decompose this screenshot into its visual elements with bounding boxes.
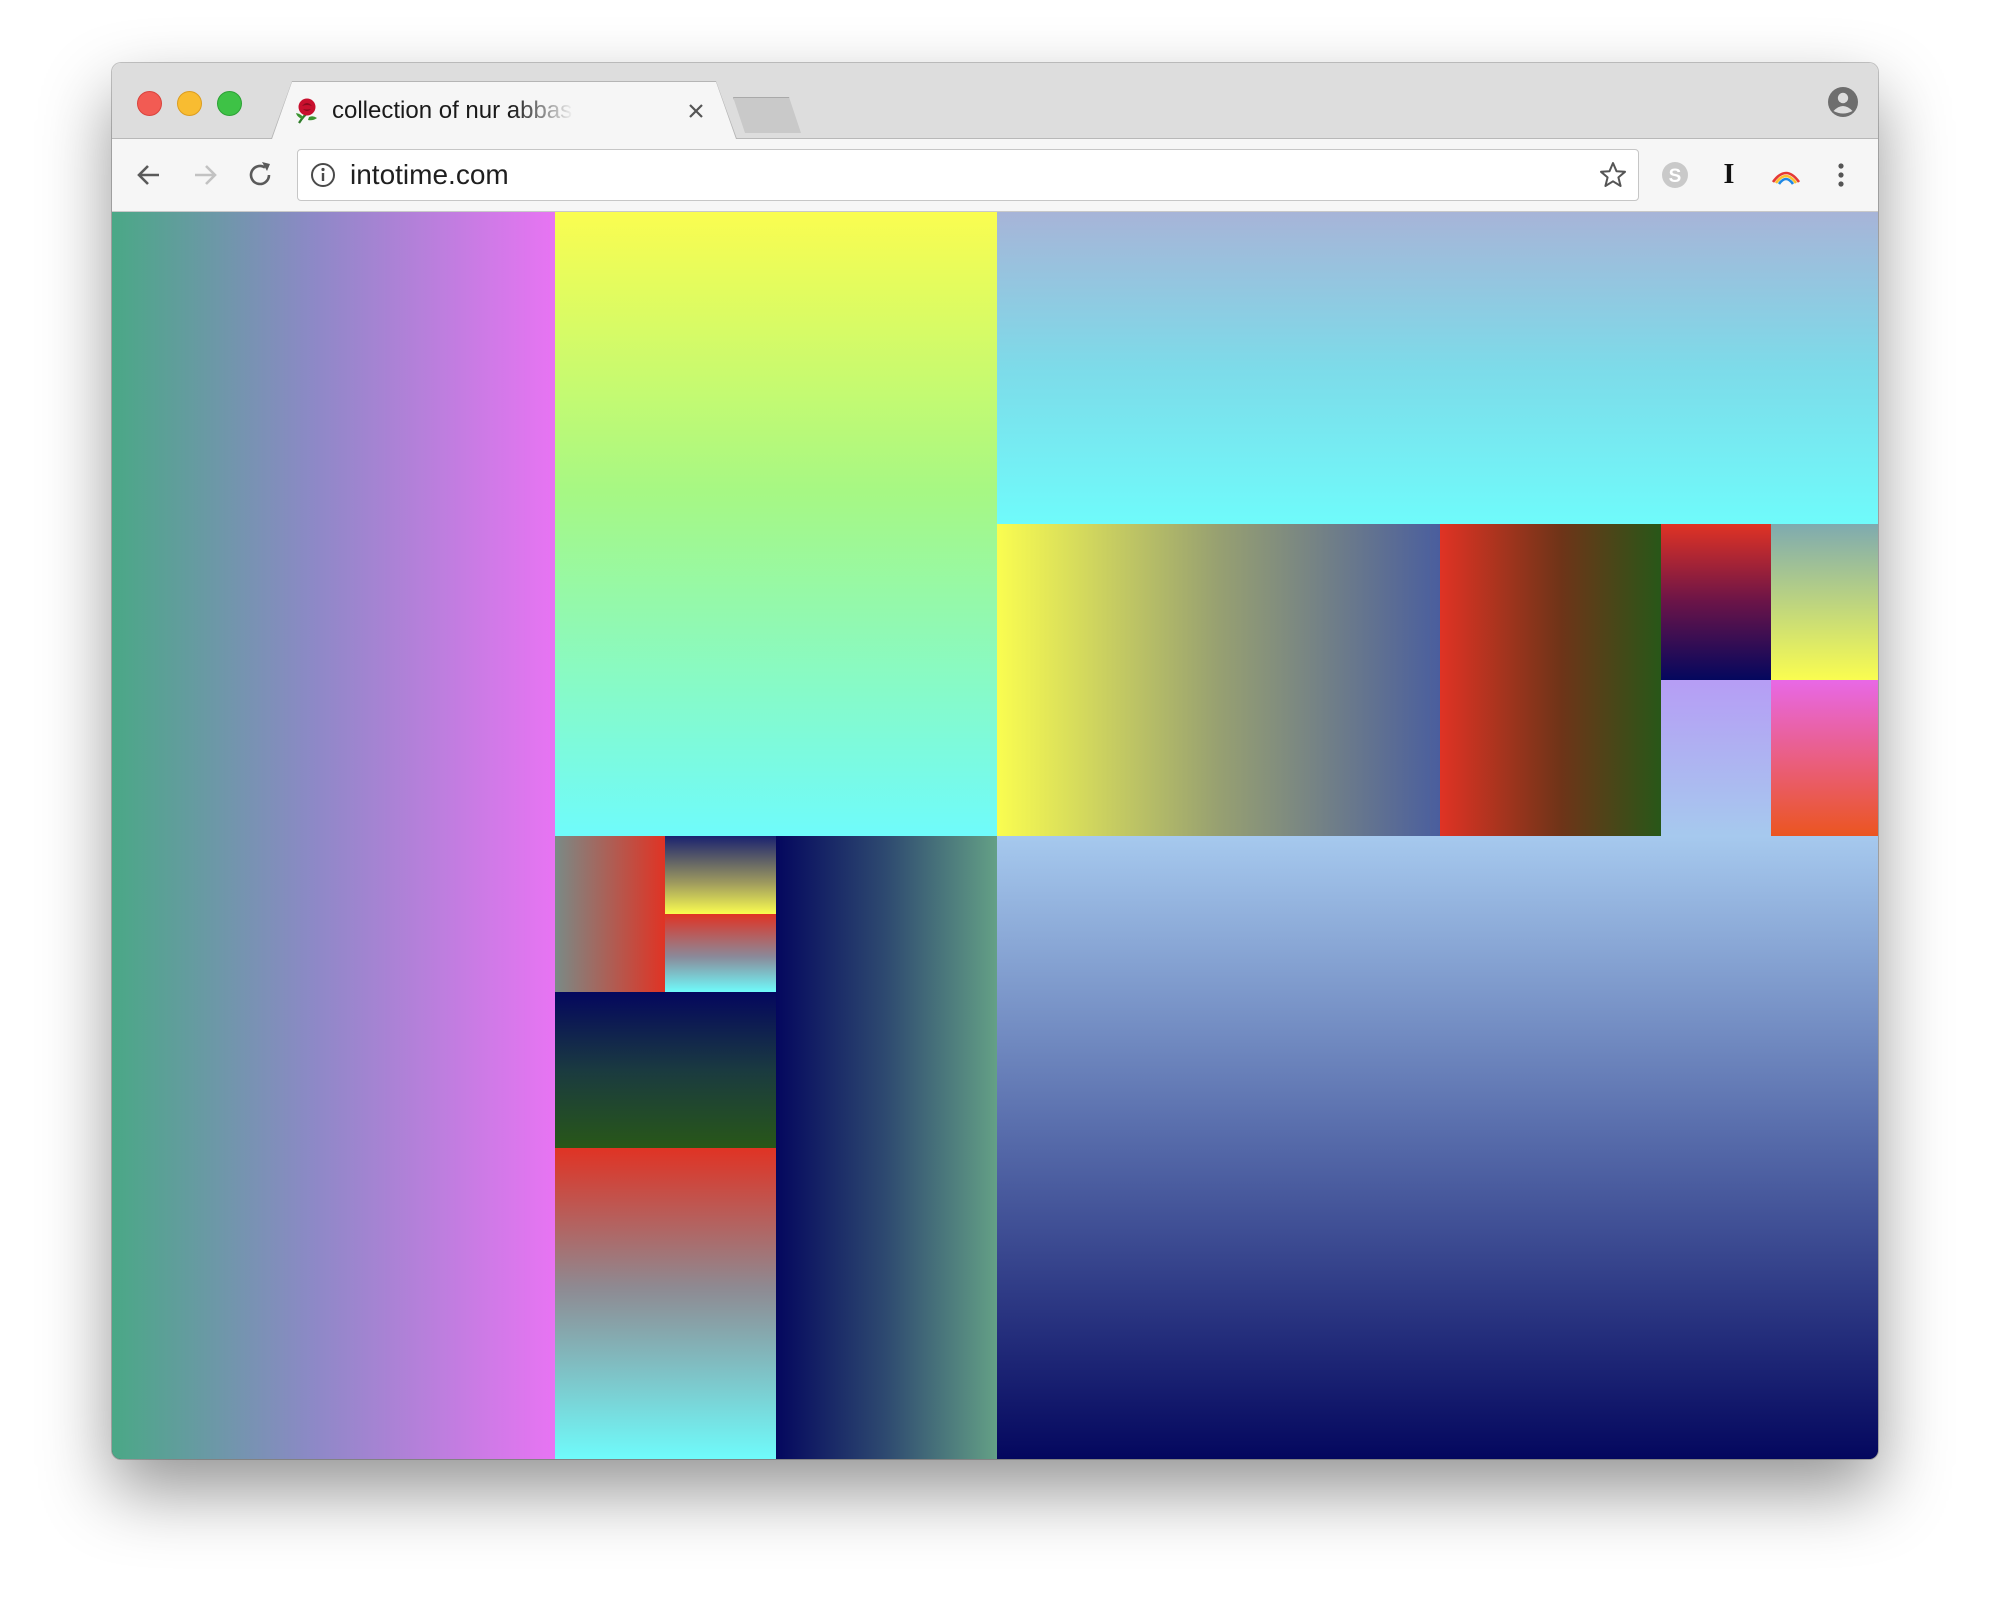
gradient-block-pink-orange [1771,680,1878,836]
gradient-block-navy-yellow [665,836,776,914]
rose-icon [296,98,317,124]
gradient-block-navy-green [555,992,776,1148]
close-icon[interactable] [685,100,707,122]
kebab-menu-icon[interactable] [1824,158,1858,192]
new-tab-button[interactable] [733,97,801,133]
star-icon[interactable] [1598,160,1628,190]
skype-icon[interactable]: S [1658,158,1692,192]
rainbow-extension-icon[interactable] [1769,158,1803,192]
gradient-block-yellow-slate [997,524,1440,836]
info-icon[interactable] [310,162,336,188]
gradient-block-yellow-cyan [555,212,997,836]
gradient-block-left [112,212,555,1459]
tab-title-fade [512,94,574,128]
browser-window: collection of nur abbas, into time [112,63,1878,1459]
address-bar[interactable]: intotime.com [297,149,1639,201]
reload-icon[interactable] [243,158,277,192]
svg-text:S: S [1669,166,1682,187]
gradient-block-red-green [1440,524,1661,836]
arrow-left-icon[interactable] [132,158,166,192]
window-close-button[interactable] [137,91,162,116]
instapaper-icon[interactable]: I [1712,158,1746,192]
gradient-block-slate-yellow [1771,524,1878,680]
gradient-block-lavender-sky [1661,680,1771,836]
tab-strip: collection of nur abbas, into time [112,63,1878,139]
gradient-block-red-navy [1661,524,1771,680]
gradient-block-navy-teal [776,836,997,1459]
window-maximize-button[interactable] [217,91,242,116]
gradient-block-sky-cyan [997,212,1878,524]
toolbar: intotime.com S I [112,139,1878,212]
gradient-block-red-cyan-tall [555,1148,776,1459]
arrow-right-icon[interactable] [188,158,222,192]
url-text[interactable]: intotime.com [350,150,509,200]
gradient-block-gray-red [555,836,665,992]
page-content [112,212,1878,1459]
window-minimize-button[interactable] [177,91,202,116]
gradient-block-red-cyan [665,914,776,992]
gradient-block-sky-navy [997,836,1878,1459]
profile-icon[interactable] [1826,85,1860,119]
